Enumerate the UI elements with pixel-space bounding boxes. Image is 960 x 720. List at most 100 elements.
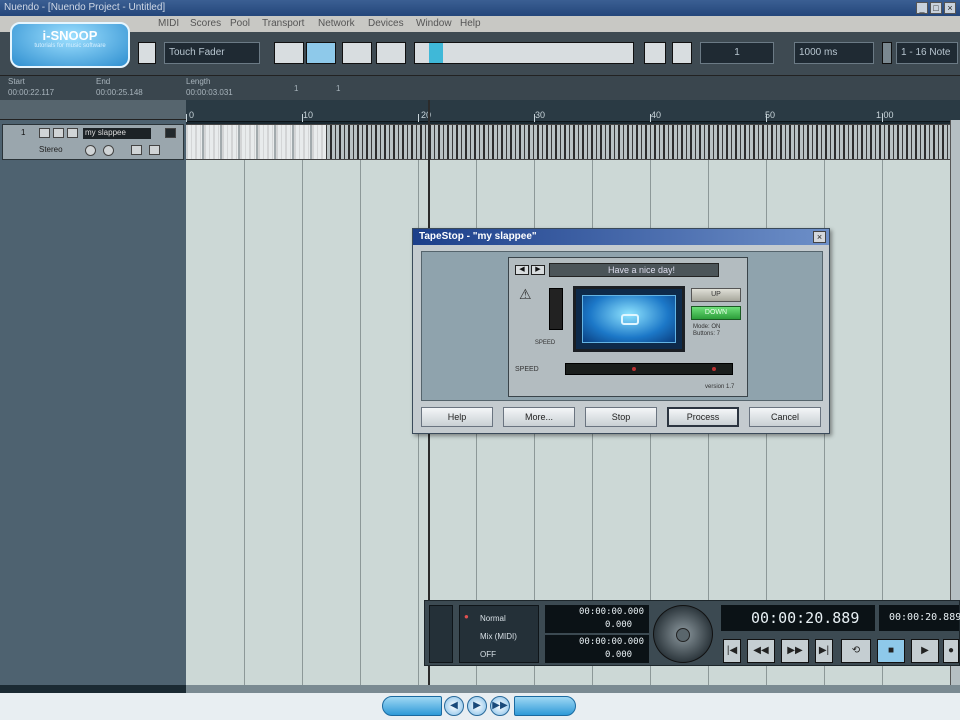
mode-info: Mode: ON Buttons: 7 xyxy=(693,324,743,338)
forward-icon[interactable]: ▶▶ xyxy=(781,639,809,663)
menu-devices[interactable]: Devices xyxy=(368,18,404,29)
stop-icon[interactable] xyxy=(376,42,406,64)
normal-mode[interactable]: Normal xyxy=(480,614,506,623)
maximize-button[interactable]: □ xyxy=(930,2,942,14)
tool-palette[interactable] xyxy=(414,42,634,64)
cancel-button[interactable]: Cancel xyxy=(749,407,821,427)
end-value[interactable]: 00:00:25.148 xyxy=(96,88,143,97)
minimize-button[interactable]: _ xyxy=(916,2,928,14)
jog-wheel[interactable] xyxy=(653,605,713,663)
jog-knob[interactable] xyxy=(676,628,690,642)
secondary-time-display[interactable]: 00:00:20.889 xyxy=(879,605,960,631)
monitor-button[interactable] xyxy=(103,145,114,156)
info-line: Start 00:00:22.117 End 00:00:25.148 Leng… xyxy=(0,76,960,100)
menu-midi[interactable]: MIDI xyxy=(158,18,179,29)
help-button[interactable]: Help xyxy=(421,407,493,427)
horizontal-scrollbar[interactable] xyxy=(186,685,960,693)
cycle-mode-button[interactable] xyxy=(306,42,336,64)
tapestop-icon: ⚠ xyxy=(519,286,532,302)
automation-mode-select[interactable]: Touch Fader xyxy=(164,42,260,64)
logo-tagline: tutorials for music software xyxy=(34,43,106,49)
audio-track[interactable]: 1 my slappee Stereo xyxy=(2,124,184,160)
track-list-header xyxy=(0,100,186,120)
transport-panel: ● Normal Mix (MIDI) OFF 00:00:00.000 0.0… xyxy=(424,600,960,666)
close-button[interactable]: × xyxy=(944,2,956,14)
secondary-time: 00:00:20.889 xyxy=(889,612,960,623)
menu-help[interactable]: Help xyxy=(460,18,481,29)
ruler-label: 1:00 xyxy=(876,110,894,120)
dialog-close-button[interactable]: × xyxy=(813,231,826,243)
preset-select[interactable]: Have a nice day! xyxy=(549,263,719,277)
preset-next-button[interactable]: ▶ xyxy=(531,265,545,275)
ruler-tick xyxy=(766,114,767,122)
folder-icon[interactable] xyxy=(149,145,160,155)
cycle-icon[interactable]: ⟲ xyxy=(841,639,871,663)
rewind-icon[interactable]: ◀◀ xyxy=(747,639,775,663)
grid-snap-icon[interactable] xyxy=(672,42,692,64)
start-value[interactable]: 00:00:22.117 xyxy=(8,88,54,97)
tapestop-plugin-panel: ◀ ▶ Have a nice day! ⚠ SPEED UP DOWN Mod… xyxy=(508,257,748,397)
solo-button[interactable] xyxy=(53,128,64,138)
display-inner xyxy=(582,295,676,343)
grid-icon[interactable] xyxy=(138,42,156,64)
left-locator[interactable]: 00:00:00.000 0.000 xyxy=(545,605,649,633)
snap-icon[interactable] xyxy=(644,42,666,64)
speed-label: SPEED xyxy=(515,366,539,373)
record-transport-icon[interactable]: ● xyxy=(943,639,959,663)
length-value[interactable]: 00:00:03.031 xyxy=(186,88,233,97)
ruler-tick xyxy=(302,114,303,122)
primary-time-display[interactable]: 00:00:20.889 xyxy=(721,605,875,631)
up-button[interactable]: UP xyxy=(691,288,741,302)
stop-button[interactable]: Stop xyxy=(585,407,657,427)
tapestop-dialog: TapeStop - "my slappee" × ◀ ▶ Have a nic… xyxy=(412,228,830,434)
stop-transport-icon[interactable]: ■ xyxy=(877,639,905,663)
snap-value-select[interactable]: 1000 ms xyxy=(794,42,874,64)
track-name[interactable]: my slappee xyxy=(83,128,151,139)
play-transport-icon[interactable]: ▶ xyxy=(911,639,939,663)
transport-handle[interactable] xyxy=(429,605,453,663)
color-chip[interactable] xyxy=(882,42,892,64)
window-titlebar: Nuendo - [Nuendo Project - Untitled] _ □… xyxy=(0,0,960,16)
play-icon[interactable] xyxy=(342,42,372,64)
ruler-label: 0 xyxy=(189,110,195,120)
lock-icon[interactable] xyxy=(131,145,142,155)
speed-marker[interactable] xyxy=(632,367,636,371)
preset-prev-button[interactable]: ◀ xyxy=(515,265,529,275)
down-button[interactable]: DOWN xyxy=(691,306,741,320)
speed-lever[interactable] xyxy=(549,288,563,330)
track-number: 1 xyxy=(21,128,26,137)
read-button[interactable] xyxy=(67,128,78,138)
dialog-body: ◀ ▶ Have a nice day! ⚠ SPEED UP DOWN Mod… xyxy=(421,251,823,401)
menu-window[interactable]: Window xyxy=(416,18,452,29)
menu-transport[interactable]: Transport xyxy=(262,18,304,29)
process-button[interactable]: Process xyxy=(667,407,739,427)
prev-icon[interactable]: ◀ xyxy=(444,696,464,716)
speed-marker[interactable] xyxy=(712,367,716,371)
info-field-2[interactable]: 1 xyxy=(336,84,340,93)
grid-type-select[interactable]: 1 xyxy=(700,42,774,64)
off-mode[interactable]: OFF xyxy=(480,650,496,659)
menu-pool[interactable]: Pool xyxy=(230,18,250,29)
info-field-1[interactable]: 1 xyxy=(294,84,298,93)
record-enable-button[interactable] xyxy=(85,145,96,156)
more-button[interactable]: More... xyxy=(503,407,575,427)
next-icon[interactable]: ▶▶ xyxy=(490,696,510,716)
menu-network[interactable]: Network xyxy=(318,18,355,29)
mix-mode[interactable]: Mix (MIDI) xyxy=(480,632,517,641)
lever-label: SPEED xyxy=(534,340,556,346)
track-type: Stereo xyxy=(39,145,63,154)
i-snoop-logo: i-SNOOP tutorials for music software xyxy=(10,22,130,68)
menu-scores[interactable]: Scores xyxy=(190,18,221,29)
play-icon[interactable]: ▶ xyxy=(467,696,487,716)
speed-slider[interactable] xyxy=(565,363,733,375)
go-start-icon[interactable]: |◀ xyxy=(723,639,741,663)
go-end-icon[interactable]: ▶| xyxy=(815,639,833,663)
timeline-ruler[interactable]: 0 10 20 30 40 50 1:00 xyxy=(186,100,960,122)
mute-button[interactable] xyxy=(39,128,50,138)
right-locator[interactable]: 00:00:00.000 0.000 xyxy=(545,635,649,663)
tape-icon xyxy=(621,314,639,325)
quantize-select[interactable]: 1 - 16 Note xyxy=(896,42,958,64)
record-mode-button[interactable] xyxy=(274,42,304,64)
length-label: Length xyxy=(186,77,211,86)
audio-event[interactable] xyxy=(186,124,950,160)
